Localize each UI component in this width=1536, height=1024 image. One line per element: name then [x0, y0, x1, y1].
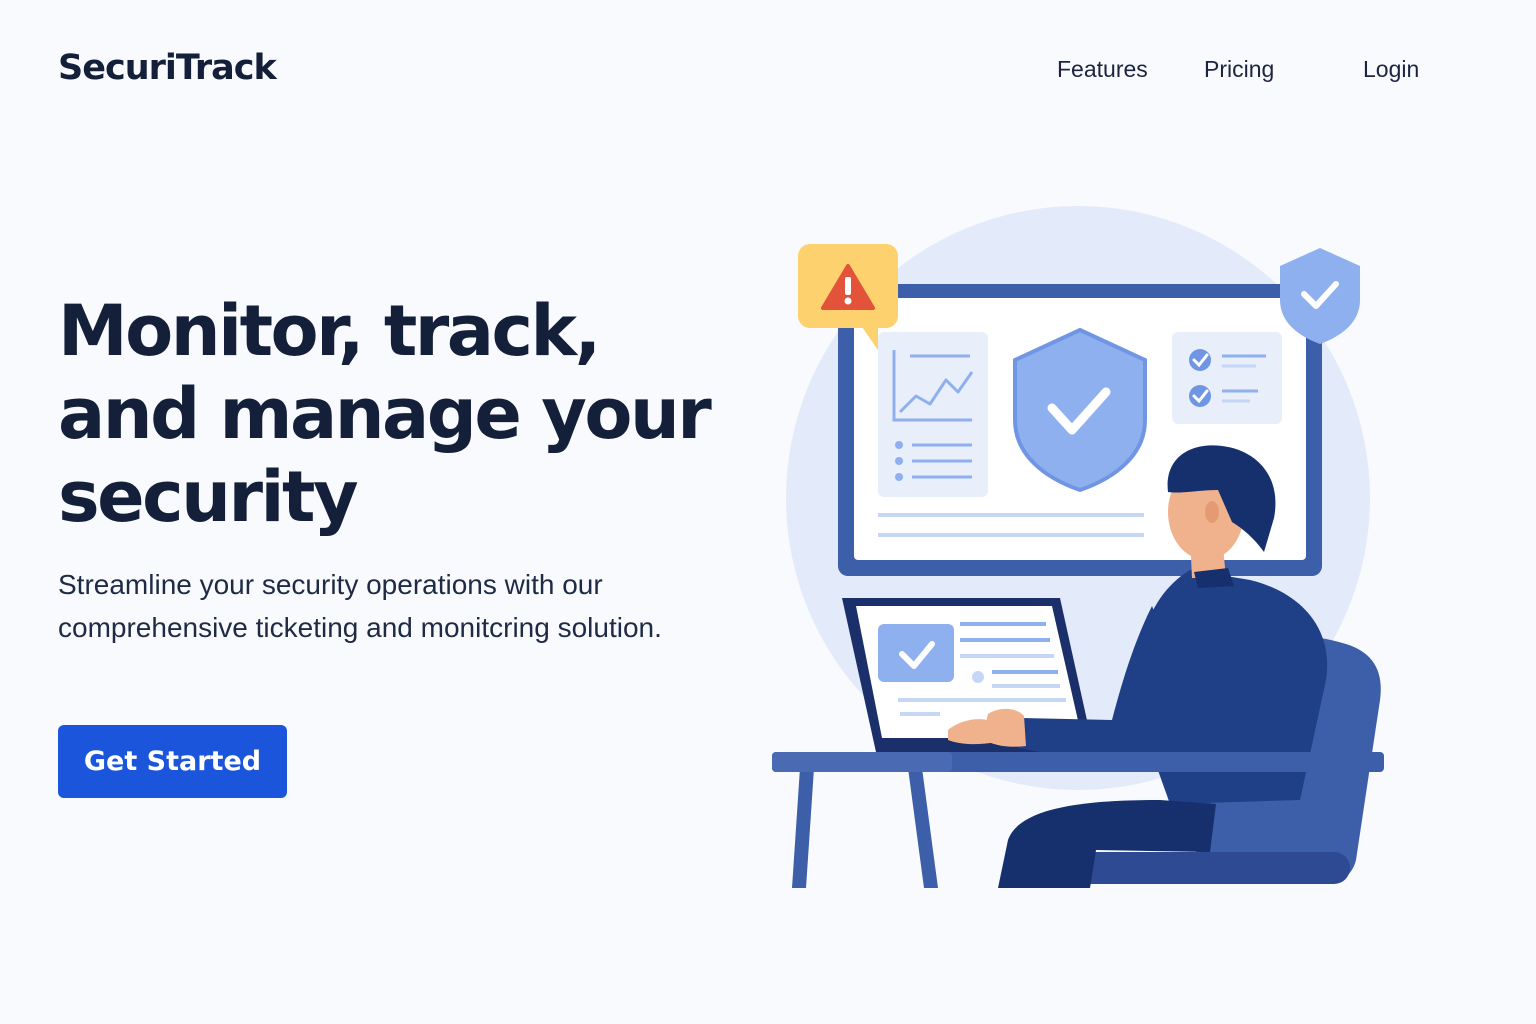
line-chart-icon: [878, 332, 988, 497]
get-started-button[interactable]: Get Started: [58, 725, 287, 798]
desk: [792, 768, 938, 888]
hero-illustration: [760, 200, 1400, 900]
nav-link-pricing[interactable]: Pricing: [1204, 56, 1274, 83]
nav-link-login[interactable]: Login: [1363, 56, 1419, 83]
landing-page: SecuriTrack Features Pricing Login Monit…: [0, 0, 1536, 1024]
top-nav: Features Pricing Login: [0, 56, 1536, 86]
checklist-icon: [1172, 332, 1282, 424]
nav-link-features[interactable]: Features: [1057, 56, 1148, 83]
shield-check-icon: [1013, 327, 1147, 493]
hero-title: Monitor, track, and manage your security: [58, 290, 712, 538]
hero-subtitle: Streamline your security operations with…: [58, 569, 662, 643]
